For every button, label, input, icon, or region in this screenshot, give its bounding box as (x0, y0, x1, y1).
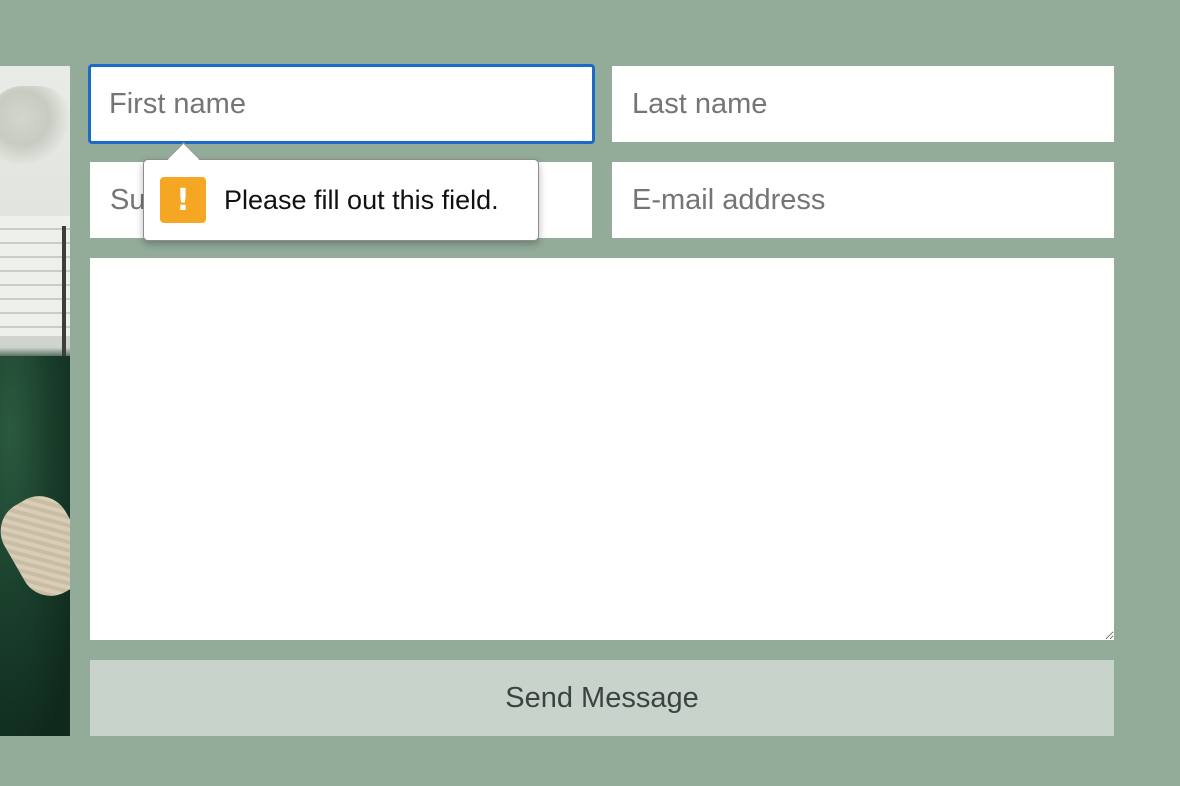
last-name-input[interactable] (612, 66, 1114, 142)
tooltip-arrow (167, 142, 200, 175)
message-textarea[interactable] (90, 258, 1114, 640)
first-name-input[interactable] (88, 64, 595, 144)
validation-message: Please fill out this field. (224, 184, 499, 215)
warning-icon: ! (160, 177, 206, 223)
photo-plant (0, 86, 70, 166)
email-input[interactable] (612, 162, 1114, 238)
send-message-button[interactable]: Send Message (90, 660, 1114, 736)
photo-window (0, 216, 70, 336)
contact-page: Send Message ! Please fill out this fiel… (0, 0, 1180, 786)
validation-tooltip: ! Please fill out this field. (143, 142, 539, 241)
photo-rail (62, 226, 66, 366)
living-room-photo (0, 66, 70, 736)
